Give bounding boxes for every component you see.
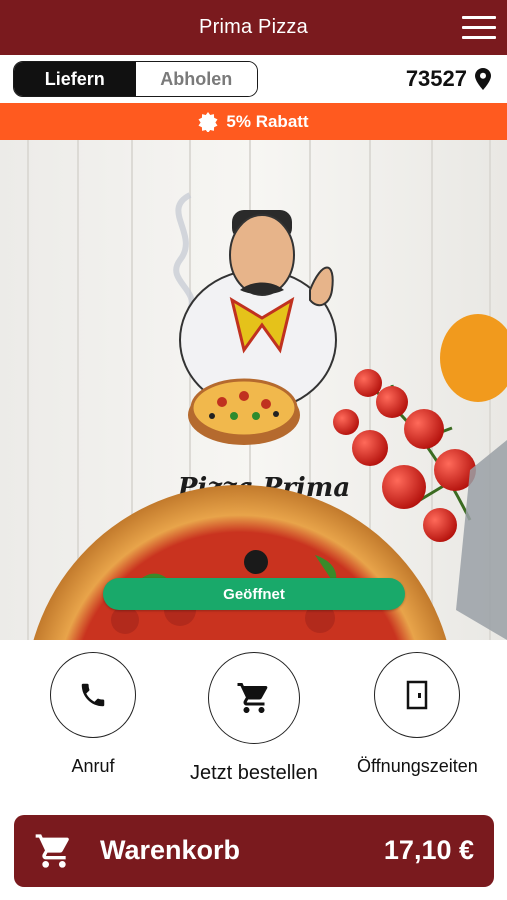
opening-hours-label: Öffnungszeiten xyxy=(357,756,478,776)
cart-icon xyxy=(237,683,268,713)
app-screen: Prima Pizza Liefern Abholen 73527 5% Rab… xyxy=(0,0,507,900)
opening-hours-button[interactable] xyxy=(374,652,461,738)
order-now-label: Jetzt bestellen xyxy=(190,762,318,784)
order-now-button[interactable] xyxy=(207,652,300,744)
cart-button[interactable]: Warenkorb 17,10 € xyxy=(14,815,494,887)
door-icon xyxy=(407,680,428,710)
badge-icon xyxy=(198,111,218,132)
call-action[interactable]: Anruf xyxy=(50,652,136,777)
discount-text: 5% Rabatt xyxy=(226,111,309,131)
hamburger-menu-icon[interactable] xyxy=(462,16,496,40)
opening-hours-action[interactable]: Öffnungszeiten xyxy=(357,652,478,777)
app-title: Prima Pizza xyxy=(199,16,308,38)
hero-illustration: Pizza Prima xyxy=(0,140,507,640)
discount-banner[interactable]: 5% Rabatt xyxy=(0,103,507,140)
order-mode-toggle: Liefern Abholen xyxy=(13,61,258,97)
delivery-option[interactable]: Liefern xyxy=(14,62,136,96)
zip-code: 73527 xyxy=(405,66,467,91)
order-mode-bar: Liefern Abholen 73527 xyxy=(0,55,507,103)
cart-icon xyxy=(35,834,69,868)
cart-label: Warenkorb xyxy=(100,835,241,865)
app-header: Prima Pizza xyxy=(0,0,507,55)
pickup-option[interactable]: Abholen xyxy=(135,62,257,96)
call-button[interactable] xyxy=(50,652,136,738)
call-label: Anruf xyxy=(71,756,115,776)
location-selector[interactable]: 73527 xyxy=(406,65,491,93)
open-status-badge: Geöffnet xyxy=(103,578,405,610)
hero-image: Pizza Prima xyxy=(0,140,507,640)
location-pin-icon xyxy=(475,68,491,90)
quick-actions: Anruf Jetzt bestellen Öffnungszeiten xyxy=(0,640,507,810)
cart-total: 17,10 € xyxy=(383,835,474,865)
order-now-action[interactable]: Jetzt bestellen xyxy=(190,652,318,785)
phone-icon xyxy=(81,683,105,707)
